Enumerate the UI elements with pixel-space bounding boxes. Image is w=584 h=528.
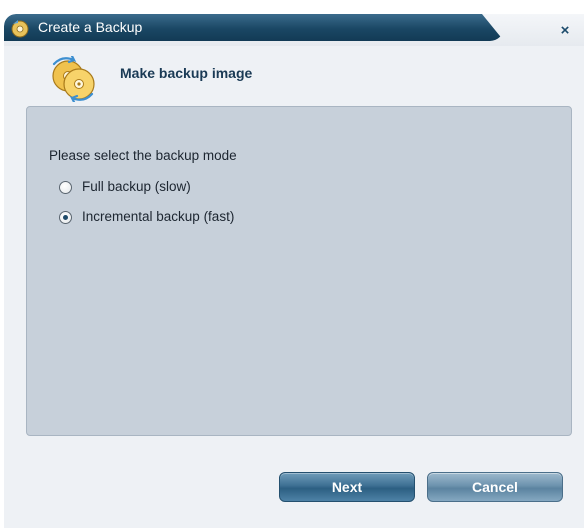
backup-disc-icon bbox=[11, 20, 29, 38]
title-bar-tab: Create a Backup bbox=[4, 14, 504, 41]
backup-mode-prompt: Please select the backup mode bbox=[49, 148, 237, 163]
title-bar: Create a Backup × bbox=[4, 14, 584, 46]
window-title: Create a Backup bbox=[38, 19, 143, 35]
cancel-button[interactable]: Cancel bbox=[427, 472, 563, 502]
full-backup-radio[interactable] bbox=[59, 180, 72, 194]
backup-dialog: Create a Backup × Make backup image Plea… bbox=[4, 14, 584, 528]
incremental-backup-option[interactable]: Incremental backup (fast) bbox=[59, 207, 234, 227]
incremental-backup-label: Incremental backup (fast) bbox=[82, 209, 235, 224]
close-icon: × bbox=[560, 22, 570, 39]
backup-discs-icon bbox=[52, 56, 95, 102]
backup-mode-panel: Please select the backup mode Full backu… bbox=[26, 106, 572, 436]
full-backup-option[interactable]: Full backup (slow) bbox=[59, 177, 191, 197]
page-title: Make backup image bbox=[120, 65, 253, 81]
incremental-backup-radio[interactable] bbox=[59, 210, 72, 224]
close-button[interactable]: × bbox=[556, 22, 574, 40]
next-button[interactable]: Next bbox=[279, 472, 415, 502]
full-backup-label: Full backup (slow) bbox=[82, 179, 191, 194]
